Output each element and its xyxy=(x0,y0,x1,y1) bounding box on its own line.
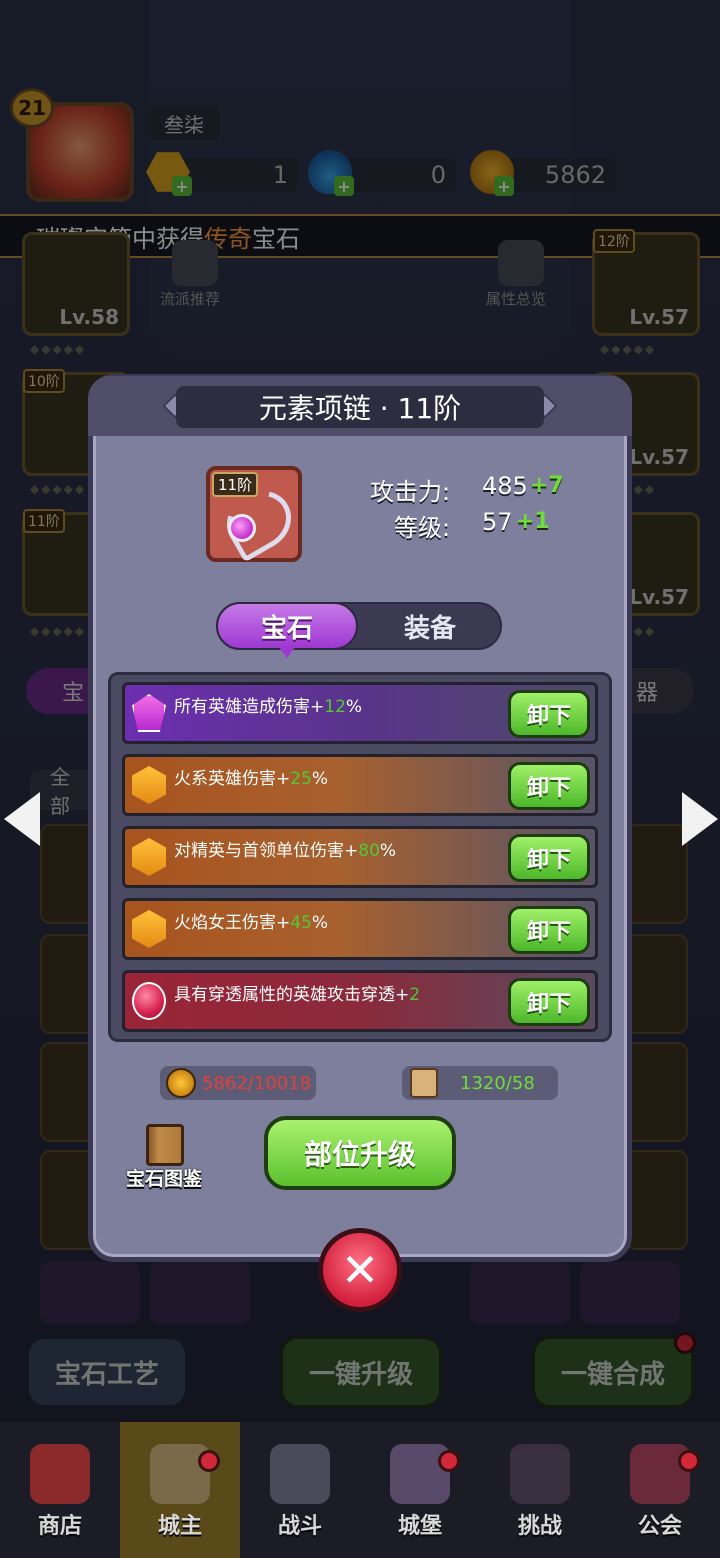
close-icon[interactable]: ✕ xyxy=(318,1228,402,1312)
unequip-button[interactable]: 卸下 xyxy=(508,978,590,1026)
level-value: 57 xyxy=(482,508,513,536)
nav-label: 商店 xyxy=(37,1514,82,1539)
nav-guild[interactable]: 公会 xyxy=(600,1422,720,1558)
demon-icon xyxy=(510,1444,570,1504)
tab-gems[interactable]: 宝石 xyxy=(216,602,358,650)
level-label: 等级: xyxy=(394,514,451,542)
gold-cost-text: 5862/10018 xyxy=(202,1072,312,1094)
attack-label: 攻击力: xyxy=(370,478,451,506)
nav-lord[interactable]: 城主 xyxy=(120,1422,240,1558)
gem-effect-text: 对精英与首领单位伤害+80% xyxy=(174,836,396,861)
gem-effect-text: 具有穿透属性的英雄攻击穿透+2 xyxy=(174,980,420,1005)
gem-effect-number: 2 xyxy=(409,985,421,1005)
book-icon[interactable] xyxy=(146,1124,184,1166)
gem-effect-text: 火焰女王伤害+45% xyxy=(174,908,328,933)
nav-label: 公会 xyxy=(637,1514,682,1539)
unequip-button[interactable]: 卸下 xyxy=(508,690,590,738)
gem-effect-prefix: 火焰女王伤害+ xyxy=(174,913,291,933)
nav-castle[interactable]: 城堡 xyxy=(360,1422,480,1558)
nav-label: 城主 xyxy=(157,1514,202,1539)
unequip-button[interactable]: 卸下 xyxy=(508,906,590,954)
scroll-icon xyxy=(410,1068,438,1098)
gem-effect-number: 25 xyxy=(290,769,312,789)
pendant-gem-icon xyxy=(228,514,256,542)
nav-challenge[interactable]: 挑战 xyxy=(480,1422,600,1558)
notification-dot xyxy=(438,1450,460,1472)
swords-icon xyxy=(270,1444,330,1504)
level-bonus: +1 xyxy=(516,509,550,534)
unequip-button[interactable]: 卸下 xyxy=(508,834,590,882)
gem-effect-number: 12 xyxy=(324,697,346,717)
tab-equipment[interactable]: 装备 xyxy=(358,602,502,650)
gem-effect-number: 80 xyxy=(358,841,380,861)
notification-dot xyxy=(198,1450,220,1472)
gem-effect-suffix: % xyxy=(345,697,363,717)
gem-effect-text: 火系英雄伤害+25% xyxy=(174,764,328,789)
gem-effect-prefix: 所有英雄造成伤害+ xyxy=(174,697,325,717)
nav-label: 城堡 xyxy=(397,1514,442,1539)
attack-value: 485 xyxy=(482,472,528,500)
gem-codex-label[interactable]: 宝石图鉴 xyxy=(126,1164,202,1191)
nav-shop[interactable]: 商店 xyxy=(0,1422,120,1558)
gem-effect-suffix: % xyxy=(311,913,329,933)
attack-bonus: +7 xyxy=(530,473,564,498)
nav-battle[interactable]: 战斗 xyxy=(240,1422,360,1558)
gem-effect-prefix: 具有穿透属性的英雄攻击穿透+ xyxy=(174,985,410,1005)
coin-icon xyxy=(166,1068,196,1098)
gem-effect-suffix: % xyxy=(379,841,397,861)
gem-effect-suffix: % xyxy=(311,769,329,789)
gem-effect-prefix: 对精英与首领单位伤害+ xyxy=(174,841,359,861)
gem-effect-prefix: 火系英雄伤害+ xyxy=(174,769,291,789)
notification-dot xyxy=(678,1450,700,1472)
gem-effect-number: 45 xyxy=(290,913,312,933)
gem-effect-text: 所有英雄造成伤害+12% xyxy=(174,692,362,717)
item-tier-badge: 11阶 xyxy=(212,472,259,497)
nav-label: 挑战 xyxy=(517,1514,562,1539)
bottom-nav: 商店 城主 战斗 城堡 挑战 公会 xyxy=(0,1422,720,1558)
red-gem-icon xyxy=(132,982,166,1020)
modal-title: 元素项链 · 11阶 xyxy=(176,386,544,428)
slot-upgrade-button[interactable]: 部位升级 xyxy=(264,1116,456,1190)
nav-label: 战斗 xyxy=(277,1514,322,1539)
shop-icon xyxy=(30,1444,90,1504)
unequip-button[interactable]: 卸下 xyxy=(508,762,590,810)
scroll-cost-text: 1320/58 xyxy=(460,1072,535,1094)
